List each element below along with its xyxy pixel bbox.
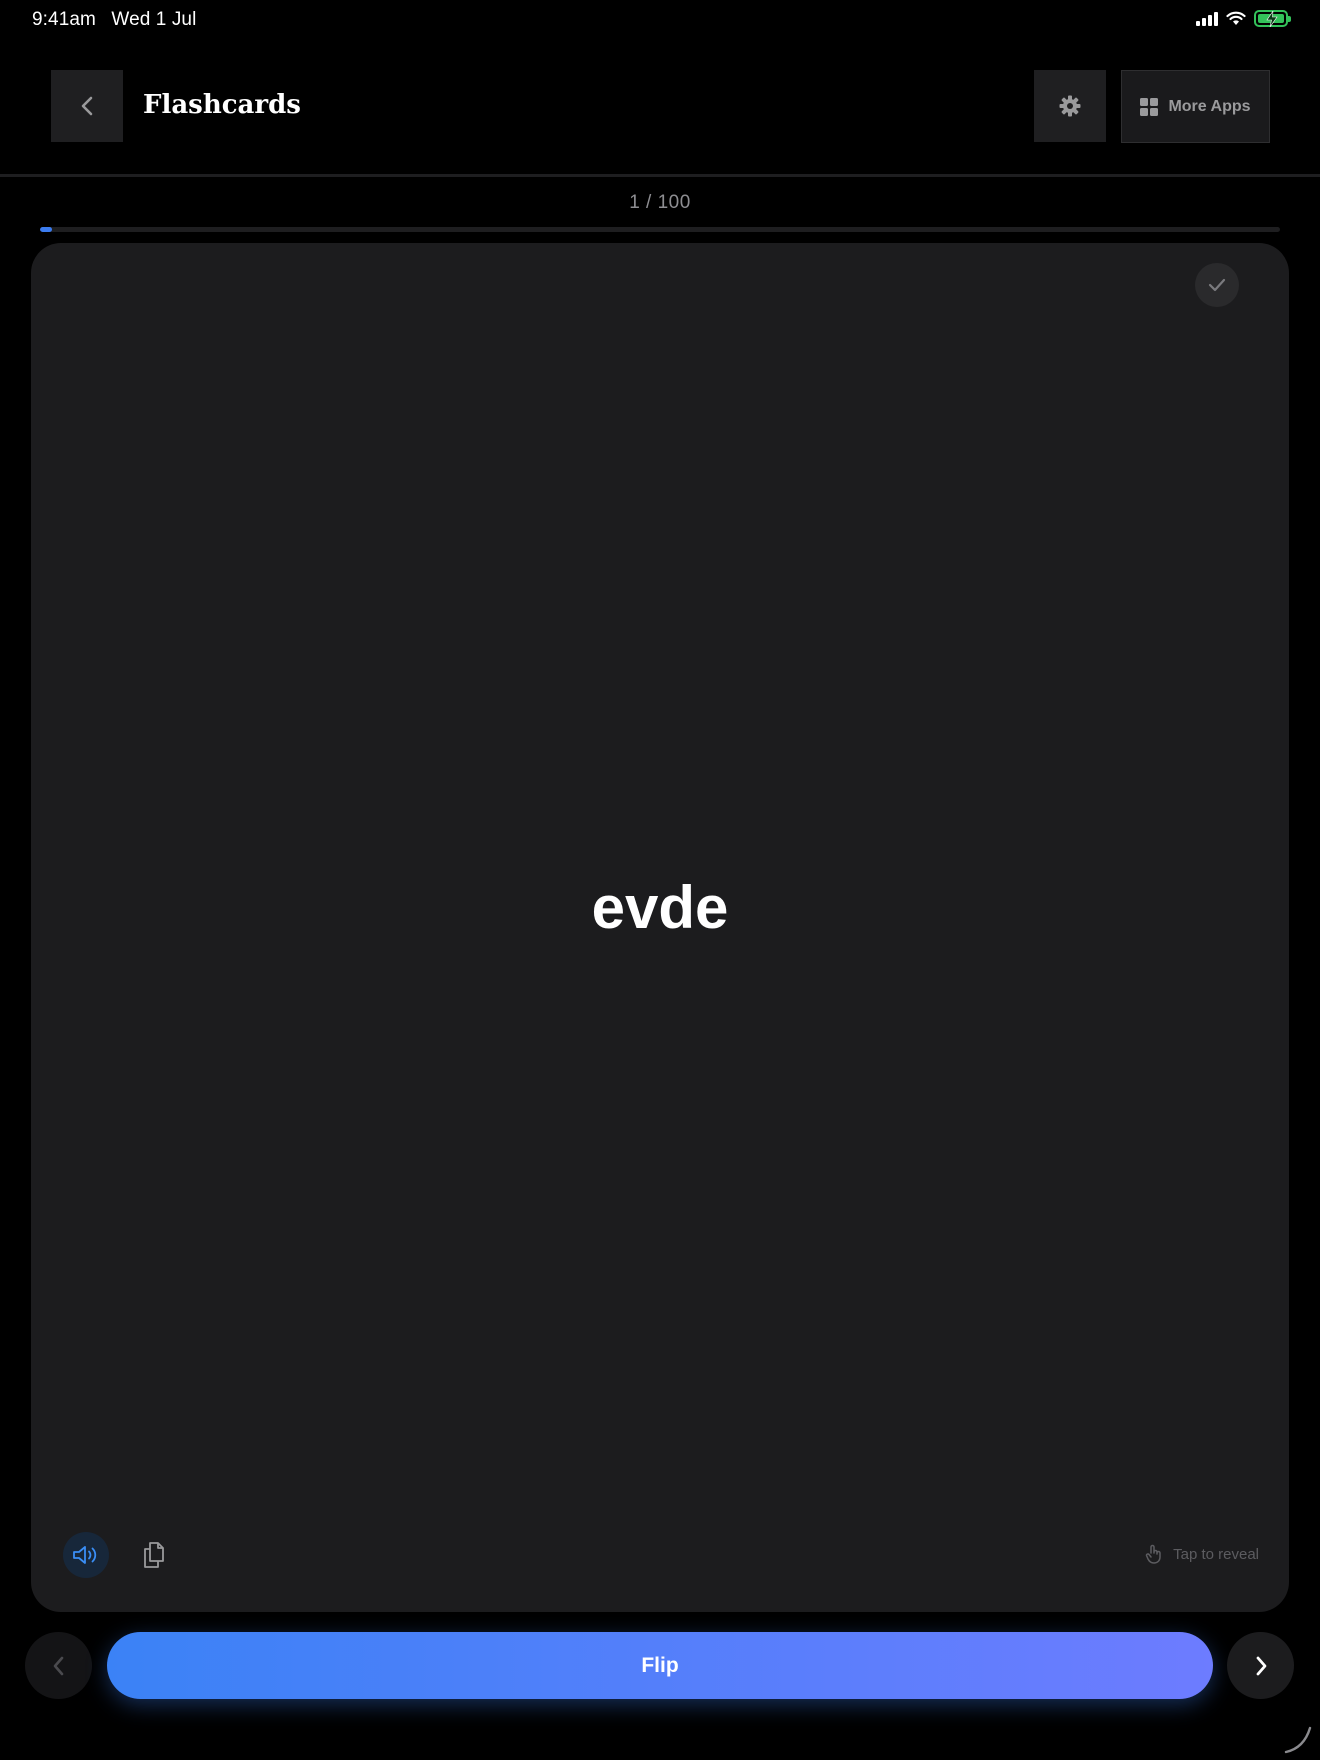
flip-button[interactable]: Flip	[107, 1632, 1213, 1699]
tap-to-reveal-text: Tap to reveal	[1173, 1545, 1259, 1563]
chevron-right-icon	[1256, 1656, 1266, 1675]
card-word: evde	[591, 874, 729, 941]
resize-handle-icon[interactable]	[1284, 1724, 1314, 1754]
checkmark-icon	[1208, 278, 1226, 292]
next-card-button[interactable]	[1227, 1632, 1294, 1699]
chevron-left-icon	[81, 96, 93, 116]
back-button[interactable]	[51, 70, 123, 142]
tap-hand-icon	[1145, 1544, 1161, 1564]
card-counter: 1 / 100	[629, 192, 691, 213]
header-divider	[0, 174, 1320, 177]
wifi-icon	[1226, 11, 1246, 25]
copy-icon	[144, 1542, 164, 1568]
status-date-text: Wed 1 Jul	[111, 9, 197, 30]
status-bar: 9:41am Wed 1 Jul	[0, 0, 1320, 44]
tap-to-reveal-hint: Tap to reveal	[1145, 1544, 1259, 1564]
grid-icon	[1140, 97, 1159, 116]
copy-button[interactable]	[131, 1532, 177, 1578]
status-icons	[1196, 10, 1291, 27]
flashcard[interactable]: evde Tap to reveal	[31, 243, 1289, 1612]
speaker-icon	[73, 1546, 97, 1564]
top-bar: Flashcards More Apps	[0, 70, 1320, 144]
status-time-text: 9:41am	[32, 9, 96, 30]
status-time: 9:41am Wed 1 Jul	[32, 9, 196, 31]
mark-known-button[interactable]	[1195, 263, 1239, 307]
page-title: Flashcards	[143, 90, 301, 120]
chevron-left-icon	[53, 1656, 63, 1675]
more-apps-label: More Apps	[1168, 97, 1251, 115]
progress-fill	[40, 227, 53, 232]
gear-icon	[1059, 95, 1081, 117]
progress-bar	[40, 227, 1280, 232]
settings-button[interactable]	[1034, 70, 1106, 142]
battery-charging-icon	[1254, 10, 1291, 27]
play-audio-button[interactable]	[63, 1532, 109, 1578]
more-apps-button[interactable]: More Apps	[1121, 70, 1270, 143]
signal-icon	[1196, 11, 1218, 26]
previous-card-button[interactable]	[25, 1632, 92, 1699]
